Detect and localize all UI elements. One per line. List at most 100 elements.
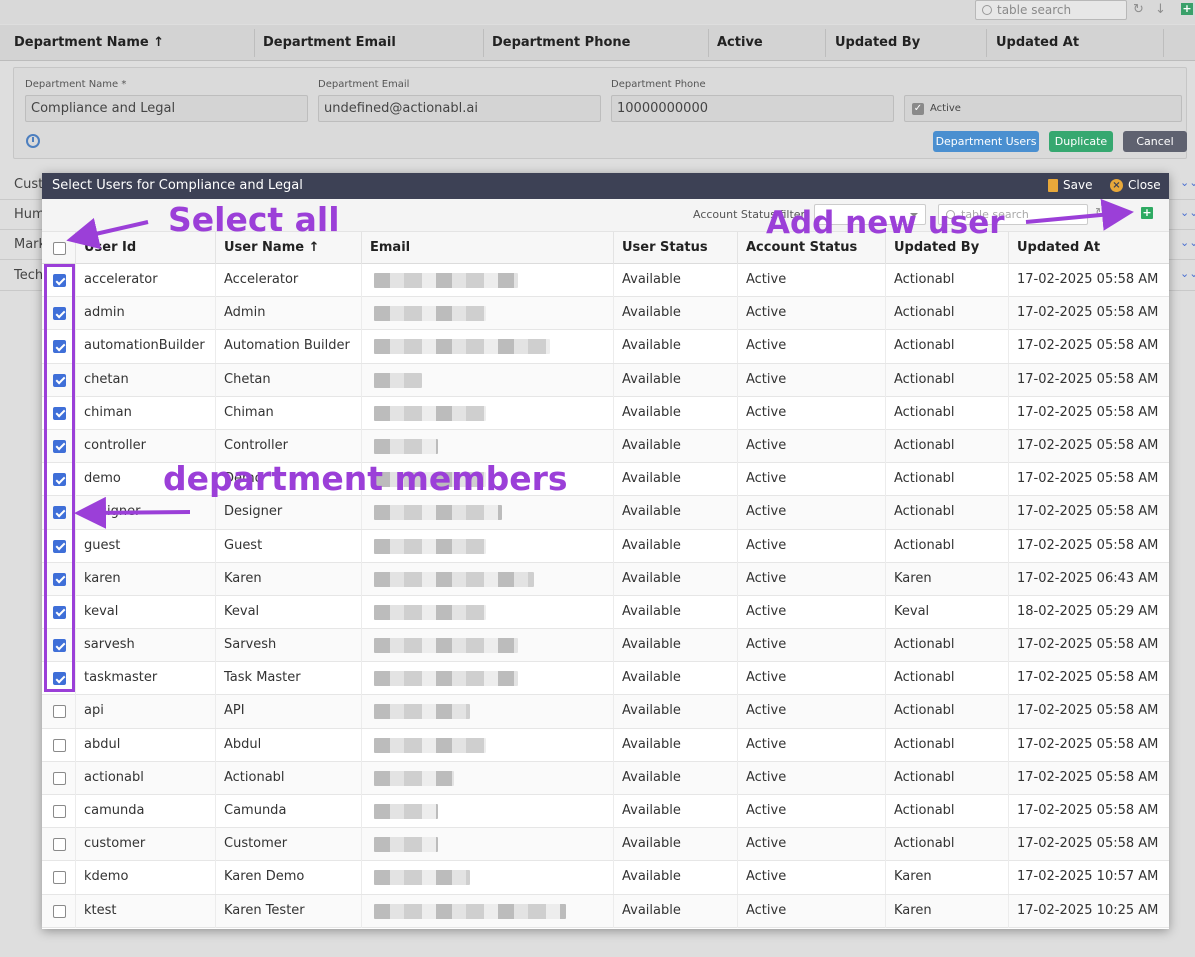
email-cell — [362, 595, 614, 629]
row-checkbox[interactable] — [53, 738, 66, 752]
col-updated-at[interactable]: Updated At — [1009, 232, 1169, 265]
row-checkbox[interactable] — [53, 805, 66, 818]
table-row[interactable]: keval Keval Available Active Keval 18-02-2025… — [42, 595, 1169, 630]
row-checkbox[interactable] — [53, 771, 66, 785]
close-icon: × — [1110, 178, 1123, 192]
user-name-cell: API — [216, 695, 362, 729]
updated-by-cell: Actionabl — [886, 695, 1009, 729]
user-name-cell: Karen Tester — [216, 894, 362, 928]
col-active[interactable]: Active — [717, 35, 763, 50]
table-row[interactable]: sarvesh Sarvesh Available Active Actionabl 17… — [42, 629, 1169, 663]
save-button[interactable]: Save — [1048, 178, 1092, 192]
table-row[interactable]: kdemo Karen Demo Available Active Karen 17-02… — [42, 861, 1169, 895]
modal-title-bar: Select Users for Compliance and Legal Sa… — [42, 173, 1169, 199]
redacted-email — [374, 505, 502, 521]
col-email[interactable]: Email — [362, 232, 614, 265]
updated-at-cell: 17-02-2025 10:57 AM — [1017, 869, 1159, 885]
updated-by-cell: Actionabl — [886, 363, 1009, 397]
updated-by-cell: Actionabl — [886, 828, 1009, 862]
user-id-cell: customer — [76, 828, 216, 862]
history-icon[interactable] — [26, 134, 40, 148]
col-user-status[interactable]: User Status — [614, 232, 738, 265]
col-updated-by[interactable]: Updated By — [835, 35, 920, 50]
department-name-field[interactable]: Compliance and Legal — [25, 95, 308, 122]
redacted-email — [374, 538, 486, 554]
updated-at-cell: 17-02-2025 05:58 AM — [1017, 371, 1159, 387]
table-row[interactable]: actionabl Actionabl Available Active Actiona… — [42, 761, 1169, 795]
user-id-cell: camunda — [76, 795, 216, 828]
background-search-placeholder: table search — [997, 3, 1072, 17]
redacted-email — [374, 571, 534, 587]
refresh-icon[interactable]: ↻ — [1133, 2, 1144, 17]
col-department-name[interactable]: Department Name ↑ — [14, 35, 164, 50]
user-name-cell: Sarvesh — [216, 629, 362, 663]
user-status-cell: Available — [614, 629, 738, 663]
table-row[interactable]: api API Available Active Actionabl 17-02-2025… — [42, 695, 1169, 729]
redacted-email — [374, 837, 438, 853]
select-all-checkbox[interactable] — [53, 242, 66, 255]
account-status-cell: Active — [738, 496, 886, 530]
table-row[interactable]: designer Designer Available Active Actionabl… — [42, 496, 1169, 530]
cancel-button[interactable]: Cancel — [1123, 131, 1187, 152]
table-row[interactable]: guest Guest Available Active Actionabl 17-02-… — [42, 529, 1169, 563]
redacted-email — [374, 704, 470, 720]
email-cell — [362, 728, 614, 762]
col-department-phone[interactable]: Department Phone — [492, 35, 630, 50]
table-row[interactable]: admin Admin Available Active Actionabl 17-02-… — [42, 297, 1169, 331]
user-name-cell: Abdul — [216, 728, 362, 762]
row-checkbox[interactable] — [53, 904, 66, 918]
user-id-cell: kdemo — [76, 861, 216, 895]
background-search-input[interactable]: table search — [975, 0, 1127, 20]
active-checkbox[interactable]: ✓ Active — [904, 95, 1182, 122]
add-department-icon[interactable]: + — [1181, 3, 1193, 15]
row-select-cell — [42, 728, 76, 762]
table-row[interactable]: camunda Camunda Available Active Actionabl 17… — [42, 795, 1169, 829]
department-users-button[interactable]: Department Users — [933, 131, 1039, 152]
department-email-field[interactable]: undefined@actionabl.ai — [318, 95, 601, 122]
close-button[interactable]: × Close — [1110, 178, 1161, 192]
redacted-email — [374, 804, 438, 819]
table-row[interactable]: accelerator Accelerator Available Active Act… — [42, 264, 1169, 298]
account-status-cell: Active — [738, 429, 886, 463]
table-row[interactable]: ktest Karen Tester Available Active Karen 17-… — [42, 894, 1169, 928]
updated-by-cell: Actionabl — [886, 496, 1009, 530]
user-name-cell: Automation Builder — [216, 330, 362, 364]
user-status-cell: Available — [614, 861, 738, 895]
add-user-icon[interactable]: + — [1141, 207, 1153, 219]
updated-by-cell: Actionabl — [886, 330, 1009, 364]
user-status-cell: Available — [614, 529, 738, 563]
updated-at-cell: 18-02-2025 05:29 AM — [1017, 603, 1159, 619]
account-status-cell: Active — [738, 264, 886, 297]
row-checkbox[interactable] — [53, 871, 66, 885]
updated-at-cell: 17-02-2025 05:58 AM — [1017, 703, 1159, 719]
user-id-cell: api — [76, 695, 216, 729]
user-id-cell: karen — [76, 562, 216, 596]
row-checkbox[interactable] — [53, 838, 66, 852]
col-department-email[interactable]: Department Email — [263, 35, 396, 50]
row-select-cell — [42, 761, 76, 795]
download-icon[interactable]: ↓ — [1155, 2, 1166, 17]
col-updated-at[interactable]: Updated At — [996, 35, 1079, 50]
account-status-cell: Active — [738, 363, 886, 397]
refresh-icon[interactable]: ↻ — [1095, 206, 1106, 221]
updated-at-cell: 17-02-2025 05:58 AM — [1017, 338, 1159, 354]
updated-at-cell: 17-02-2025 05:58 AM — [1017, 404, 1159, 420]
table-row[interactable]: chiman Chiman Available Active Actionabl 17-0… — [42, 396, 1169, 430]
table-row[interactable]: taskmaster Task Master Available Active Acti… — [42, 662, 1169, 696]
table-row[interactable]: automationBuilder Automation Builder Avail… — [42, 330, 1169, 364]
email-cell — [362, 330, 614, 364]
updated-by-cell: Actionabl — [886, 297, 1009, 331]
department-phone-field[interactable]: 10000000000 — [611, 95, 894, 122]
table-row[interactable]: chetan Chetan Available Active Actionabl 17-0… — [42, 363, 1169, 397]
updated-at-cell: 17-02-2025 05:58 AM — [1017, 504, 1159, 520]
table-row[interactable]: abdul Abdul Available Active Actionabl 17-02-… — [42, 728, 1169, 762]
user-name-cell: Actionabl — [216, 761, 362, 795]
email-cell — [362, 429, 614, 463]
user-status-cell: Available — [614, 463, 738, 497]
table-row[interactable]: customer Customer Available Active Actionabl… — [42, 828, 1169, 862]
row-checkbox[interactable] — [53, 705, 66, 719]
redacted-email — [374, 903, 566, 919]
table-row[interactable]: karen Karen Available Active Karen 17-02-2025… — [42, 562, 1169, 596]
duplicate-button[interactable]: Duplicate — [1049, 131, 1113, 152]
user-id-cell: accelerator — [76, 264, 216, 297]
